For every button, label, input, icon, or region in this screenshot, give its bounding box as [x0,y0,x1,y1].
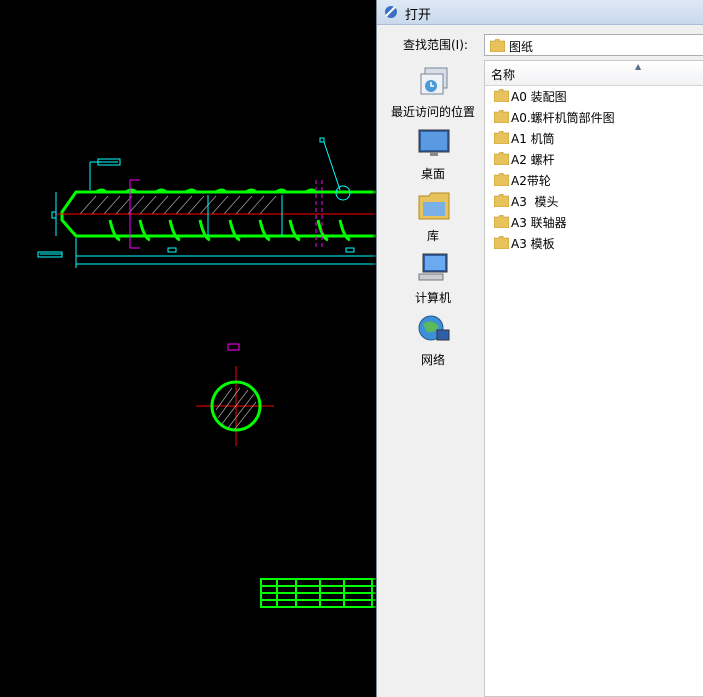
app-icon [385,6,397,18]
folder-icon [494,194,509,207]
file-list-item[interactable]: A2带轮 [485,170,703,190]
screw-shaft [60,188,380,242]
place-label: 桌面 [420,167,445,181]
file-name: A0 装配图 [511,90,567,104]
file-name: A0.螺杆机筒部件图 [511,111,615,125]
computer-icon [418,253,448,281]
folder-icon [494,236,509,249]
file-list-item[interactable]: A1 机筒 [485,128,703,148]
file-name: A3 模板 [511,237,555,251]
folder-icon [490,39,505,52]
folder-icon [494,89,509,102]
shaft-cross-section [196,366,274,446]
folder-icon [494,173,509,186]
folder-icon [494,152,509,165]
folder-icon [494,110,509,123]
folder-icon [494,131,509,144]
file-list-item[interactable]: A3 模头 [485,191,703,211]
recent-places-icon [420,67,448,95]
file-name: A3 联轴器 [511,216,567,230]
file-name: A2 螺杆 [511,153,555,167]
file-list[interactable]: 名称 ▲ A0 装配图 A0.螺杆机筒部件图 A1 机筒 A2 螺杆 A2带轮 A3 模头… [484,60,703,697]
file-list-item[interactable]: A0.螺杆机筒部件图 [485,107,703,127]
dialog-title: 打开 [405,8,432,23]
folder-icon [494,215,509,228]
column-header-name[interactable]: 名称 ▲ [485,61,703,86]
places-bar: 最近访问的位置 桌面 库 计算机 网络 [383,60,483,697]
place-label: 计算机 [414,291,451,305]
network-icon [418,315,450,341]
place-label: 最近访问的位置 [390,105,475,119]
desktop-icon [418,129,450,156]
file-name: A2带轮 [511,174,551,188]
file-list-item[interactable]: A3 联轴器 [485,212,703,232]
dimension-lines [37,137,380,268]
sort-ascending-icon: ▲ [635,62,642,71]
look-in-dropdown[interactable]: 图纸 [484,34,703,56]
look-in-label: 查找范围(I): [403,38,468,52]
file-list-item[interactable]: A2 螺杆 [485,149,703,169]
file-list-item[interactable]: A0 装配图 [485,86,703,106]
dialog-titlebar[interactable]: 打开 [377,0,703,25]
file-name: A1 机筒 [511,132,555,146]
cad-drawing-canvas[interactable] [0,0,380,697]
look-in-value: 图纸 [509,40,534,54]
section-marks [129,179,323,351]
column-header-label: 名称 [491,68,516,82]
file-list-item[interactable]: A3 模板 [485,233,703,253]
title-block-table [260,578,380,608]
open-file-dialog: 打开 查找范围(I): 图纸 最近访问的位置 桌面 库 计算机 网络 名称 ▲ … [376,0,703,697]
file-name: A3 模头 [511,195,559,209]
place-label: 库 [426,229,439,243]
libraries-icon [418,192,450,220]
place-label: 网络 [420,353,445,367]
